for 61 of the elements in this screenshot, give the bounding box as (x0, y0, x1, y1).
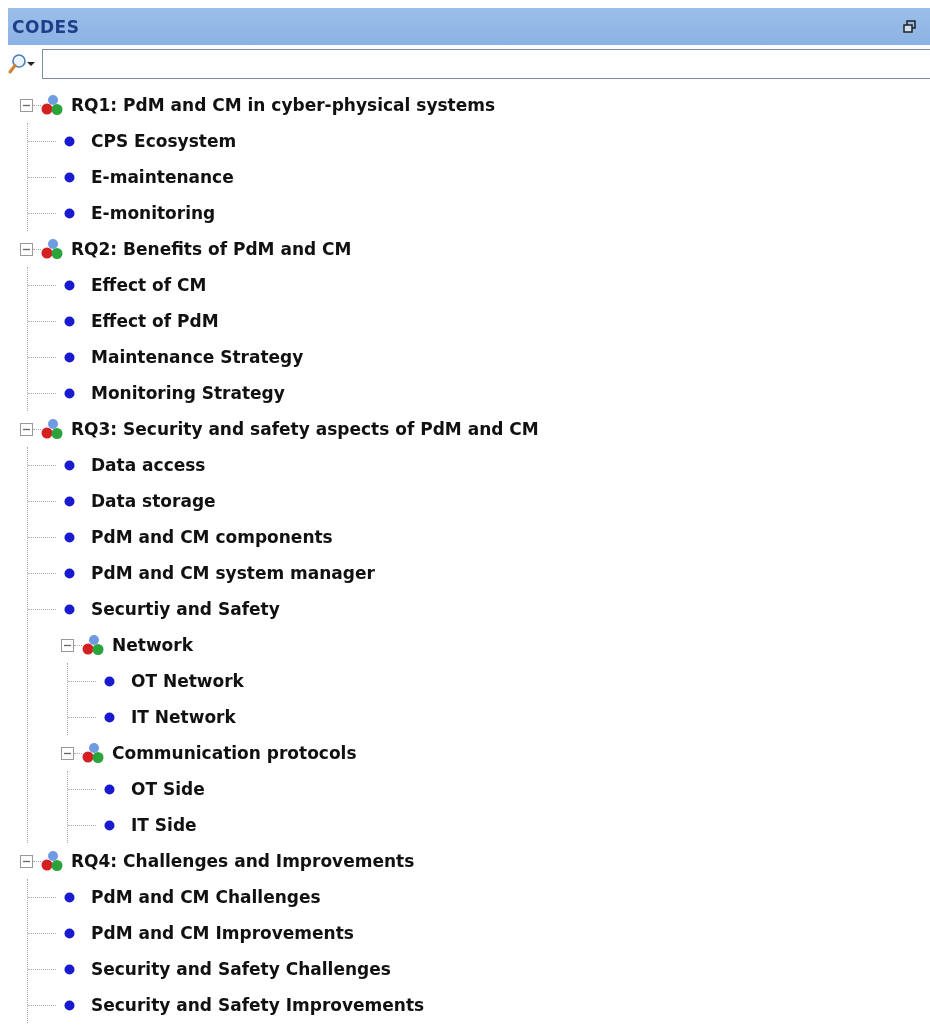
restore-window-icon[interactable] (903, 20, 916, 33)
code-label[interactable]: PdM and CM Challenges (91, 887, 321, 907)
bullet-icon (64, 531, 75, 543)
code-label[interactable]: OT Side (131, 779, 205, 799)
bullet-icon (64, 963, 75, 975)
code-group-label[interactable]: RQ2: Benefits of PdM and CM (71, 239, 352, 259)
collapse-icon[interactable] (20, 98, 33, 112)
bullet-icon (64, 315, 75, 327)
bullet-icon (64, 495, 75, 507)
collapse-icon[interactable] (61, 746, 74, 760)
bullet-icon (64, 603, 75, 615)
code-label[interactable]: PdM and CM Improvements (91, 923, 354, 943)
collapse-icon[interactable] (20, 242, 33, 256)
code-label[interactable]: IT Network (131, 707, 236, 727)
bullet-icon (64, 999, 75, 1011)
code-group-label[interactable]: RQ4: Challenges and Improvements (71, 851, 415, 871)
code-label[interactable]: PdM and CM components (91, 527, 333, 547)
code-label[interactable]: Effect of PdM (91, 311, 219, 331)
spheres-icon (82, 742, 104, 764)
code-label[interactable]: PdM and CM system manager (91, 563, 375, 583)
bullet-icon (64, 279, 75, 291)
spheres-icon (41, 418, 63, 440)
code-label[interactable]: Securtiy and Safety (91, 599, 280, 619)
spheres-icon (41, 94, 63, 116)
spheres-icon (82, 634, 104, 656)
bullet-icon (64, 459, 75, 471)
code-label[interactable]: Effect of CM (91, 275, 207, 295)
collapse-icon[interactable] (61, 638, 74, 652)
code-group-label[interactable]: Network (112, 635, 193, 655)
bullet-icon (64, 891, 75, 903)
code-label[interactable]: Monitoring Strategy (91, 383, 285, 403)
code-group-label[interactable]: RQ3: Security and safety aspects of PdM and CM (71, 419, 539, 439)
code-label[interactable]: CPS Ecosystem (91, 131, 237, 151)
collapse-icon[interactable] (20, 854, 33, 868)
code-label[interactable]: E-monitoring (91, 203, 216, 223)
collapse-icon[interactable] (20, 422, 33, 436)
search-field[interactable] (42, 49, 930, 79)
code-label[interactable]: OT Network (131, 671, 244, 691)
bullet-icon (64, 927, 75, 939)
code-label[interactable]: Data storage (91, 491, 216, 511)
code-group-label[interactable]: Communication protocols (112, 743, 357, 763)
panel-title: CODES (12, 16, 80, 37)
bullet-icon (64, 351, 75, 363)
bullet-icon (64, 135, 75, 147)
code-label[interactable]: IT Side (131, 815, 197, 835)
code-label[interactable]: Maintenance Strategy (91, 347, 304, 367)
spheres-icon (41, 850, 63, 872)
bullet-icon (64, 171, 75, 183)
code-label[interactable]: Security and Safety Improvements (91, 995, 425, 1015)
bullet-icon (64, 567, 75, 579)
bullet-icon (104, 783, 115, 795)
bullet-icon (64, 207, 75, 219)
bullet-icon (104, 711, 115, 723)
code-label[interactable]: E-maintenance (91, 167, 234, 187)
bullet-icon (64, 387, 75, 399)
bullet-icon (104, 675, 115, 687)
code-label[interactable]: Data access (91, 455, 206, 475)
code-label[interactable]: Security and Safety Challenges (91, 959, 391, 979)
code-group-label[interactable]: RQ1: PdM and CM in cyber-physical systems (71, 95, 496, 115)
bullet-icon (104, 819, 115, 831)
spheres-icon (41, 238, 63, 260)
